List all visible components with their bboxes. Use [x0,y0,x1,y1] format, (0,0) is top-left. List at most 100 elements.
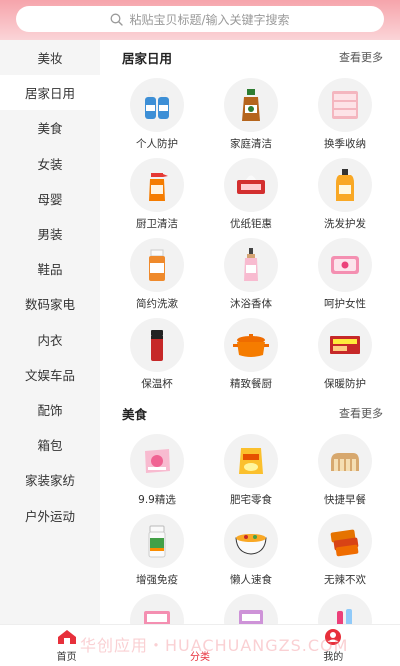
drink-bottles-icon [318,594,372,624]
subcategory-grid: 个人防护 家庭清洁 换季收纳 厨卫清洁 优纸钜惠 洗发护发 简约洗漱 沐浴香体 … [100,74,400,394]
subcategory-grid: 9.9精选 肥宅零食 快捷早餐 增强免疫 懒人速食 无辣不欢 [100,430,400,624]
snack-box-icon [130,594,184,624]
noodle-bowl-icon [224,514,278,568]
subcategory-item[interactable] [204,590,298,624]
sidebar-item-electronics[interactable]: 数码家电 [0,286,100,321]
snack-bag-icon [130,434,184,488]
nav-label: 我的 [323,652,344,663]
hand-sanitizer-icon [130,78,184,132]
search-placeholder: 粘贴宝贝标题/输入关键字搜索 [129,12,290,27]
subcategory-label: 保温杯 [141,378,173,390]
subcategory-item[interactable]: 厨卫清洁 [110,154,204,234]
sidebar-item-bags[interactable]: 箱包 [0,427,100,462]
sidebar-item-label: 配饰 [37,402,63,418]
spicy-strips-icon [318,514,372,568]
subcategory-item[interactable]: 换季收纳 [298,74,392,154]
subcategory-item[interactable]: 个人防护 [110,74,204,154]
search-bar[interactable]: 粘贴宝贝标题/输入关键字搜索 [16,6,384,32]
sidebar-item-label: 户外运动 [24,508,75,524]
sidebar-item-label: 居家日用 [24,86,75,102]
subcategory-label: 精致餐厨 [230,378,272,390]
sidebar-item-label: 美妆 [37,51,63,67]
subcategory-label: 厨卫清洁 [136,218,178,230]
subcategory-item[interactable]: 呵护女性 [298,234,392,314]
search-icon [111,13,124,26]
sidebar-item-underwear[interactable]: 内衣 [0,322,100,357]
subcategory-label: 9.9精选 [138,494,176,506]
nav-category[interactable]: 分类 [160,628,240,663]
spray-bottle-icon [130,158,184,212]
subcategory-label: 简约洗漱 [136,298,178,310]
subcategory-item[interactable]: 保暖防护 [298,314,392,394]
sidebar-item-accessories[interactable]: 配饰 [0,392,100,427]
chips-bag-icon [224,434,278,488]
sidebar-item-outdoor[interactable]: 户外运动 [0,497,100,532]
tissue-box-icon [224,158,278,212]
mouthwash-bottle-icon [130,238,184,292]
sidebar-item-entertainment-car[interactable]: 文娱车品 [0,357,100,392]
snack-pack-icon [224,594,278,624]
subcategory-item[interactable]: 9.9精选 [110,430,204,510]
disinfectant-bottle-icon [224,78,278,132]
sidebar-item-mens-wear[interactable]: 男装 [0,216,100,251]
section-title: 居家日用 [122,50,173,66]
heat-patch-icon [318,318,372,372]
view-more-link[interactable]: 查看更多 [339,405,383,421]
subcategory-item[interactable]: 增强免疫 [110,510,204,590]
sidebar-item-label: 母婴 [37,191,63,207]
subcategory-item[interactable]: 家庭清洁 [204,74,298,154]
sidebar-item-label: 数码家电 [24,297,75,313]
subcategory-item[interactable]: 精致餐厨 [204,314,298,394]
sidebar-item-shoes[interactable]: 鞋品 [0,251,100,286]
subcategory-item[interactable] [110,590,204,624]
subcategory-item[interactable]: 快捷早餐 [298,430,392,510]
body-wash-bottle-icon [224,238,278,292]
subcategory-item[interactable]: 优纸钜惠 [204,154,298,234]
subcategory-label: 无辣不欢 [324,574,366,586]
subcategory-label: 保暖防护 [324,378,366,390]
sidebar-item-beauty[interactable]: 美妆 [0,40,100,75]
section-title: 美食 [122,406,148,422]
sidebar-item-food[interactable]: 美食 [0,110,100,145]
subcategory-label: 懒人速食 [230,574,272,586]
nav-profile[interactable]: 我的 [293,628,373,663]
subcategory-label: 换季收纳 [324,138,366,150]
sidebar-item-label: 家装家纺 [24,473,75,489]
subcategory-label: 快捷早餐 [324,494,366,506]
subcategory-item[interactable] [298,590,392,624]
subcategory-item[interactable]: 肥宅零食 [204,430,298,510]
section-header: 美食 查看更多 [100,396,400,430]
sidebar-item-label: 文娱车品 [24,367,75,383]
sidebar-item-label: 美食 [37,121,63,137]
storage-drawers-icon [318,78,372,132]
subcategory-item[interactable]: 懒人速食 [204,510,298,590]
shampoo-bottle-icon [318,158,372,212]
sidebar-item-womens-wear[interactable]: 女装 [0,146,100,181]
sidebar-item-label: 男装 [37,227,63,243]
sidebar-item-home-textile[interactable]: 家装家纺 [0,462,100,497]
nav-label: 分类 [189,652,210,663]
subcategory-label: 增强免疫 [136,574,178,586]
subcategory-label: 沐浴香体 [230,298,272,310]
subcategory-label: 优纸钜惠 [230,218,272,230]
subcategory-item[interactable]: 无辣不欢 [298,510,392,590]
subcategory-item[interactable]: 沐浴香体 [204,234,298,314]
subcategory-label: 家庭清洁 [230,138,272,150]
sanitary-pad-icon [318,238,372,292]
category-icon [192,630,207,644]
home-icon [57,630,76,644]
view-more-link[interactable]: 查看更多 [339,49,383,65]
subcategory-label: 个人防护 [136,138,178,150]
nav-label: 首页 [56,652,77,663]
subcategory-label: 肥宅零食 [230,494,272,506]
bottom-navigation: 首页 分类 我的 [0,624,400,666]
subcategory-item[interactable]: 保温杯 [110,314,204,394]
subcategory-item[interactable]: 洗发护发 [298,154,392,234]
subcategory-item[interactable]: 简约洗漱 [110,234,204,314]
sidebar-item-home-daily[interactable]: 居家日用 [0,75,100,111]
nav-home[interactable]: 首页 [27,628,107,663]
sidebar-item-label: 鞋品 [37,262,63,278]
sidebar-item-baby[interactable]: 母婴 [0,181,100,216]
category-content: 居家日用 查看更多 个人防护 家庭清洁 换季收纳 厨卫清洁 优纸钜惠 洗发护发 … [100,40,400,624]
subcategory-label: 呵护女性 [324,298,366,310]
